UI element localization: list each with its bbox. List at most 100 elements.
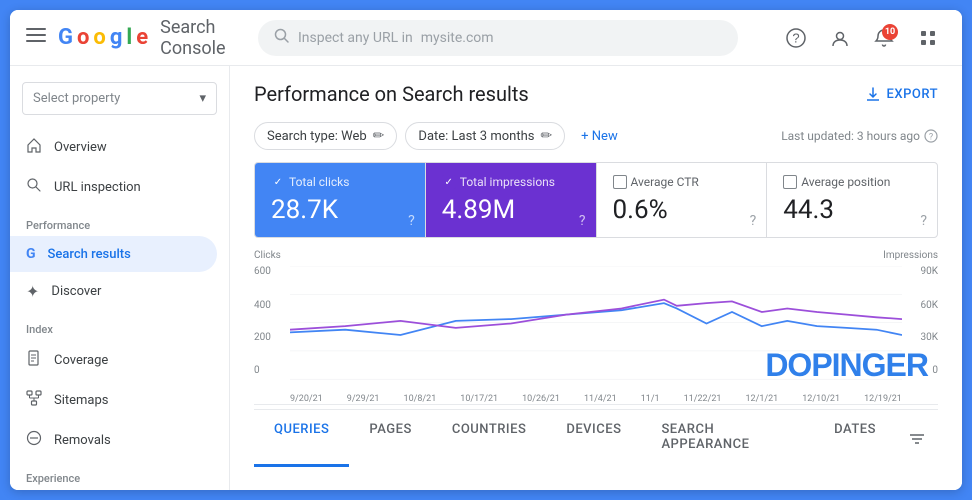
x-label: 10/26/21 [522,394,560,404]
topbar: Google Search Console Inspect any URL in… [10,10,962,66]
metric-checkbox-position [783,175,797,189]
y-tick-0-left: 0 [254,365,260,376]
y-tick-200: 200 [254,332,271,343]
sidebar-section-experience: Experience [10,460,229,489]
sidebar-item-label: Removals [54,433,111,448]
metric-value-position: 44.3 [783,195,921,225]
y-tick-0-right: 0 [932,365,938,376]
chart-area: Clicks Impressions 600 400 200 0 90K 60K… [254,250,938,405]
x-label: 11/1 [641,394,660,404]
metric-value-clicks: 28.7K [271,195,409,225]
doc-icon [26,350,42,370]
tab-pages[interactable]: PAGES [349,410,431,467]
svg-text:?: ? [792,30,799,45]
svg-text:?: ? [929,133,933,143]
sidebar-item-discover[interactable]: ✦ Discover [10,272,217,311]
sidebar-section-index: Index [10,311,229,340]
grid-button[interactable] [910,20,946,56]
metric-card-avg-ctr[interactable]: Average CTR 0.6% ? [597,163,768,237]
page-title: Performance on Search results [254,82,529,106]
filter-chip-search-type[interactable]: Search type: Web ✏ [254,122,397,150]
filter-chip-label: Date: Last 3 months [418,129,534,144]
tabs-row: QUERIES PAGES COUNTRIES DEVICES SEARCH A… [254,409,938,467]
sidebar-item-label: URL inspection [54,180,141,195]
last-updated: Last updated: 3 hours ago ? [781,129,938,143]
y-tick-400: 400 [254,300,271,311]
topbar-left: Google Search Console [26,17,246,59]
tab-queries[interactable]: QUERIES [254,410,349,467]
metric-label: Average CTR [613,175,751,189]
y-tick-600: 600 [254,266,271,277]
topbar-actions: ? 10 [778,20,946,56]
x-label: 9/20/21 [290,394,323,404]
sidebar-item-overview[interactable]: Overview [10,127,217,167]
metric-card-total-clicks[interactable]: ✓ Total clicks 28.7K ? [255,163,426,237]
notification-badge: 10 [882,24,898,40]
sidebar-item-sitemaps[interactable]: Sitemaps [10,380,217,420]
filter-chip-date[interactable]: Date: Last 3 months ✏ [405,122,565,150]
y-tick-90k: 90K [920,266,938,277]
sidebar-item-url-inspection[interactable]: URL inspection [10,167,217,207]
metric-value-impressions: 4.89M [442,195,580,225]
x-label: 11/4/21 [584,394,617,404]
sidebar-item-label: Sitemaps [54,393,109,408]
sidebar-section-performance: Performance [10,207,229,236]
metric-checkbox-ctr [613,175,627,189]
google-logo: Google [58,25,148,50]
sidebar-item-removals[interactable]: Removals [10,420,217,460]
sidebar-item-search-results[interactable]: G Search results [10,236,217,272]
sparkle-icon: ✦ [26,282,39,301]
x-label: 12/10/21 [802,394,840,404]
search-icon [274,28,290,48]
chart-y-label-impressions: Impressions [883,250,938,261]
new-filter-button[interactable]: + New [573,124,626,149]
tab-devices[interactable]: DEVICES [546,410,641,467]
tab-search-appearance[interactable]: SEARCH APPEARANCE [641,410,814,467]
x-label: 9/29/21 [347,394,380,404]
content-area: Performance on Search results EXPORT Sea… [230,66,962,490]
info-icon-position: ? [920,213,927,229]
chart-x-labels: 9/20/21 9/29/21 10/8/21 10/17/21 10/26/2… [290,394,902,404]
help-button[interactable]: ? [778,20,814,56]
search-bar[interactable]: Inspect any URL in mysite.com [258,20,738,56]
edit-icon: ✏ [540,128,552,144]
app-name: Search Console [160,17,246,59]
info-icon-clicks: ? [408,213,415,229]
property-selector[interactable]: Select property ▾ [22,82,217,115]
chevron-down-icon: ▾ [199,91,206,106]
sidebar-item-coverage[interactable]: Coverage [10,340,217,380]
app-container: Google Search Console Inspect any URL in… [10,10,962,490]
notifications-button[interactable]: 10 [866,20,902,56]
metric-card-avg-position[interactable]: Average position 44.3 ? [767,163,937,237]
sidebar-item-label: Search results [48,247,131,262]
x-label: 12/1/21 [745,394,778,404]
sidebar-item-label: Discover [51,284,101,299]
removals-icon [26,430,42,450]
tab-dates[interactable]: DATES [814,410,896,467]
edit-icon: ✏ [373,128,385,144]
hamburger-icon[interactable] [26,25,46,50]
metric-value-ctr: 0.6% [613,195,751,225]
filter-chip-label: Search type: Web [267,129,367,144]
table-filter-icon[interactable] [896,410,938,467]
y-tick-60k: 60K [920,300,938,311]
sidebar: Select property ▾ Overview URL inspectio… [10,66,230,490]
sidebar-item-page-experience[interactable]: ✦ Page Experience [10,489,217,490]
metrics-row: ✓ Total clicks 28.7K ? ✓ Total impressio… [254,162,938,238]
y-tick-30k: 30K [920,332,938,343]
metric-card-total-impressions[interactable]: ✓ Total impressions 4.89M ? [426,163,597,237]
account-button[interactable] [822,20,858,56]
filter-bar: Search type: Web ✏ Date: Last 3 months ✏… [254,122,938,150]
property-selector-label: Select property [33,91,120,106]
sidebar-item-label: Coverage [54,353,108,368]
chart-svg [290,266,902,381]
metric-label: ✓ Total impressions [442,175,580,189]
search-url-hint: mysite.com [421,30,494,46]
sidebar-item-label: Overview [54,140,107,155]
metric-checkbox-clicks: ✓ [271,175,285,189]
metric-label: ✓ Total clicks [271,175,409,189]
google-g-icon: G [26,246,36,262]
tab-countries[interactable]: COUNTRIES [432,410,547,467]
export-button[interactable]: EXPORT [865,86,938,102]
home-icon [26,137,42,157]
